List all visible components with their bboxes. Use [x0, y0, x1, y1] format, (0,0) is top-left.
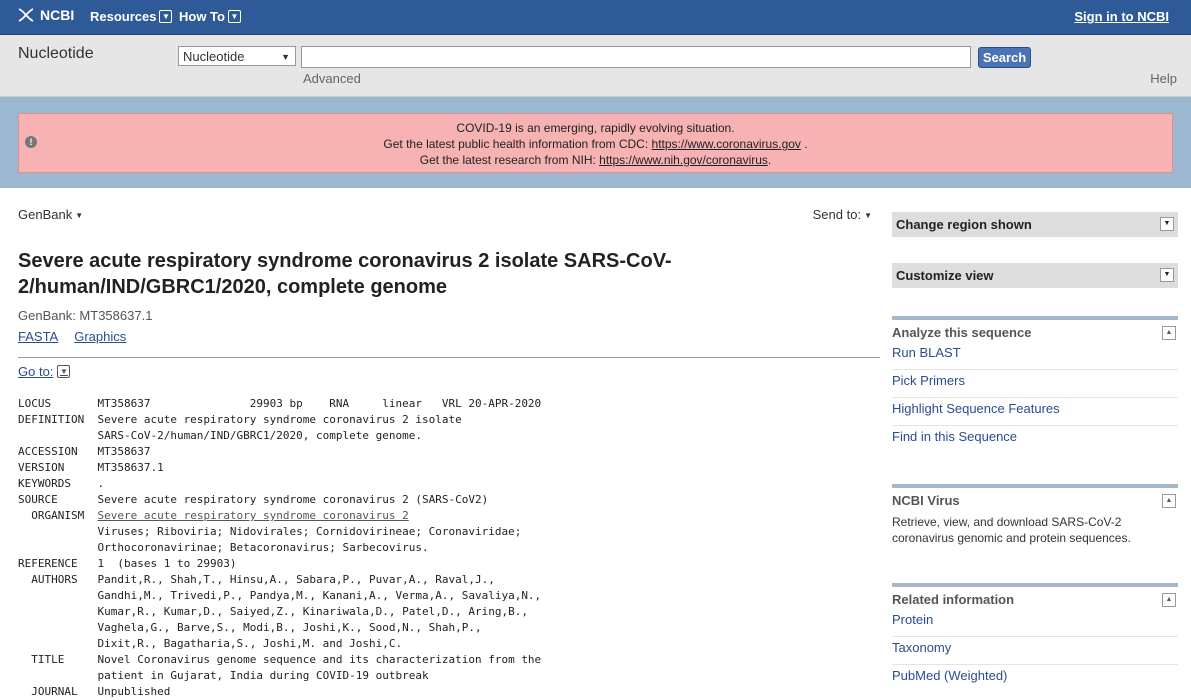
database-select[interactable]: Nucleotide ▼: [178, 46, 296, 66]
info-icon: !: [25, 136, 37, 148]
record-line-title-2: patient in Gujarat, India during COVID-1…: [18, 669, 429, 682]
genbank-record: LOCUS MT358637 29903 bp RNA linear VRL 2…: [18, 396, 541, 700]
alert-band: ! COVID-19 is an emerging, rapidly evolv…: [0, 97, 1191, 188]
goto-label: Go to:: [18, 364, 54, 379]
record-line-taxonomy-1: Viruses; Riboviria; Nidovirales; Cornido…: [18, 525, 522, 538]
record-line-reference: REFERENCE 1 (bases 1 to 29903): [18, 557, 237, 570]
highlight-features-link[interactable]: Highlight Sequence Features: [892, 398, 1178, 426]
format-label: GenBank: [18, 207, 73, 222]
chevron-down-icon: ▼: [227, 10, 241, 23]
ncbi-logo-text: NCBI: [40, 7, 75, 23]
chevron-down-icon: ▼: [159, 10, 173, 23]
analyze-section: Analyze this sequence ▲ Run BLAST Pick P…: [892, 316, 1178, 453]
record-line-journal: JOURNAL Unpublished: [18, 685, 171, 698]
find-in-sequence-link[interactable]: Find in this Sequence: [892, 426, 1178, 453]
accession-line: GenBank: MT358637.1: [18, 308, 153, 323]
fasta-link[interactable]: FASTA: [18, 329, 58, 344]
related-info-heading: Related information ▲: [892, 591, 1178, 609]
database-title: Nucleotide: [18, 45, 94, 62]
record-line-organism-label: ORGANISM: [18, 509, 98, 522]
record-line-accession: ACCESSION MT358637: [18, 445, 151, 458]
ncbi-virus-heading-label[interactable]: NCBI Virus: [892, 493, 960, 508]
record-line-source: SOURCE Severe acute respiratory syndrome…: [18, 493, 489, 506]
analyze-heading-label: Analyze this sequence: [892, 325, 1032, 340]
ncbi-header: NCBI Resources ▼ How To ▼ Sign in to NCB…: [0, 0, 1191, 35]
search-input[interactable]: [301, 46, 971, 68]
alert-line-1: COVID-19 is an emerging, rapidly evolvin…: [456, 121, 735, 135]
expand-icon[interactable]: ▼: [1160, 217, 1174, 231]
record-line-keywords: KEYWORDS .: [18, 477, 105, 490]
ncbi-virus-section: NCBI Virus ▲ Retrieve, view, and downloa…: [892, 484, 1178, 546]
record-line-definition: DEFINITION Severe acute respiratory synd…: [18, 413, 462, 426]
collapse-icon[interactable]: ▲: [1162, 593, 1176, 607]
alert-line-2-suffix: .: [800, 137, 808, 151]
customize-view-portlet[interactable]: Customize view ▼: [892, 263, 1178, 288]
record-line-authors-5: Dixit,R., Bagatharia,S., Joshi,M. and Jo…: [18, 637, 403, 650]
record-line-version: VERSION MT358637.1: [18, 461, 164, 474]
page-title: Severe acute respiratory syndrome corona…: [18, 250, 672, 298]
run-blast-link[interactable]: Run BLAST: [892, 342, 1178, 370]
protein-link[interactable]: Protein: [892, 609, 1178, 637]
format-menu[interactable]: GenBank ▼: [18, 207, 83, 222]
collapse-icon[interactable]: ▲: [1162, 326, 1176, 340]
sign-in-link[interactable]: Sign in to NCBI: [1074, 9, 1169, 24]
divider: [18, 357, 880, 358]
customize-view-label: Customize view: [896, 268, 994, 283]
ncbi-helix-icon: [18, 8, 34, 22]
send-to-label: Send to:: [812, 207, 862, 222]
howto-label: How To: [179, 9, 225, 24]
change-region-header[interactable]: Change region shown ▼: [892, 212, 1178, 237]
taxonomy-link[interactable]: Taxonomy: [892, 637, 1178, 665]
resources-menu[interactable]: Resources ▼: [90, 9, 173, 24]
analyze-heading: Analyze this sequence ▲: [892, 324, 1178, 342]
chevron-down-icon: ▼: [57, 365, 71, 378]
expand-icon[interactable]: ▼: [1160, 268, 1174, 282]
search-button[interactable]: Search: [978, 47, 1031, 68]
alert-line-3-text: Get the latest research from NIH:: [419, 153, 600, 167]
help-link[interactable]: Help: [1150, 71, 1177, 86]
ncbi-virus-description: Retrieve, view, and download SARS-CoV-2 …: [892, 515, 1131, 545]
howto-menu[interactable]: How To ▼: [179, 9, 241, 24]
record-line-locus: LOCUS MT358637 29903 bp RNA linear VRL 2…: [18, 397, 542, 410]
nih-link[interactable]: https://www.nih.gov/coronavirus: [599, 153, 768, 167]
record-line-definition-cont: SARS-CoV-2/human/IND/GBRC1/2020, complet…: [18, 429, 422, 442]
record-line-title: TITLE Novel Coronavirus genome sequence …: [18, 653, 542, 666]
collapse-icon[interactable]: ▲: [1162, 494, 1176, 508]
caret-down-icon: ▼: [864, 211, 872, 221]
database-select-value: Nucleotide: [183, 49, 245, 64]
caret-down-icon: ▼: [75, 211, 84, 221]
record-line-authors: AUTHORS Pandit,R., Shah,T., Hinsu,A., Sa…: [18, 573, 495, 586]
related-info-section: Related information ▲ Protein Taxonomy P…: [892, 583, 1178, 692]
record-line-authors-2: Gandhi,M., Trivedi,P., Pandya,M., Kanani…: [18, 589, 542, 602]
alert-line-3: Get the latest research from NIH: https:…: [19, 152, 1172, 168]
customize-view-header[interactable]: Customize view ▼: [892, 263, 1178, 288]
record-line-taxonomy-2: Orthocoronavirinae; Betacoronavirus; Sar…: [18, 541, 429, 554]
dropdown-arrow-icon: ▼: [281, 52, 290, 62]
cdc-link[interactable]: https://www.coronavirus.gov: [652, 137, 801, 151]
alert-line-2-text: Get the latest public health information…: [383, 137, 652, 151]
alert-line-3-suffix: .: [767, 153, 772, 167]
covid-alert: ! COVID-19 is an emerging, rapidly evolv…: [18, 113, 1173, 173]
graphics-link[interactable]: Graphics: [74, 329, 126, 344]
related-info-heading-label: Related information: [892, 592, 1015, 607]
advanced-search-link[interactable]: Advanced: [303, 71, 361, 86]
ncbi-virus-heading: NCBI Virus ▲: [892, 492, 1178, 510]
search-bar: Nucleotide Nucleotide ▼ Search Advanced …: [0, 35, 1191, 97]
record-line-authors-3: Kumar,R., Kumar,D., Saiyed,Z., Kinariwal…: [18, 605, 528, 618]
pick-primers-link[interactable]: Pick Primers: [892, 370, 1178, 398]
change-region-portlet[interactable]: Change region shown ▼: [892, 212, 1178, 237]
record-line-authors-4: Vaghela,G., Barve,S., Modi,B., Joshi,K.,…: [18, 621, 482, 634]
send-to-menu[interactable]: Send to: ▼: [813, 207, 872, 222]
format-links: FASTA Graphics: [18, 329, 142, 344]
alert-line-2: Get the latest public health information…: [19, 136, 1172, 152]
resources-label: Resources: [90, 9, 157, 24]
pubmed-weighted-link[interactable]: PubMed (Weighted): [892, 665, 1178, 692]
change-region-label: Change region shown: [896, 217, 1032, 232]
goto-menu[interactable]: Go to: ▼: [18, 364, 71, 379]
ncbi-logo[interactable]: NCBI: [16, 7, 74, 23]
organism-link[interactable]: Severe acute respiratory syndrome corona…: [97, 509, 408, 522]
